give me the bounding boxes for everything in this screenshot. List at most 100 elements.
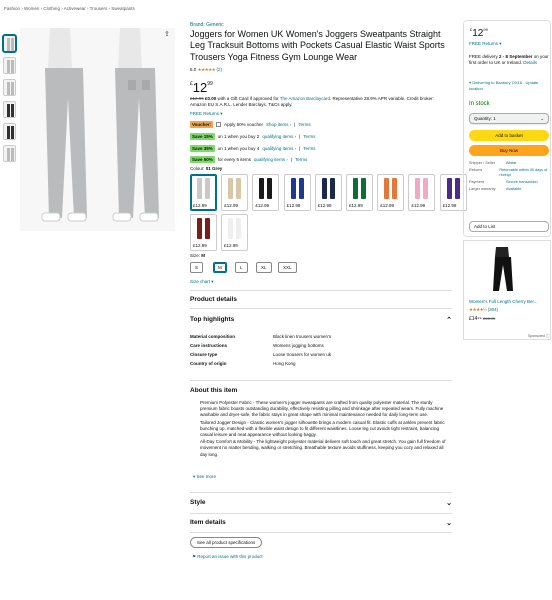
main-product-image[interactable]	[20, 28, 175, 231]
top-highlights-toggle[interactable]: Top highlights ⌃	[190, 316, 452, 324]
buybox-price: £1299	[470, 27, 488, 39]
details-link[interactable]: Details	[523, 60, 537, 65]
swatch-image	[256, 177, 276, 200]
star-icon: ★★★★½	[469, 307, 487, 312]
see-all-specs-button[interactable]: See all product specifications	[190, 537, 263, 548]
colour-swatch[interactable]: £12.99	[190, 214, 217, 251]
terms-link[interactable]: Terms	[303, 146, 315, 151]
list-item: Tailored Jogger Design - Classic women's…	[200, 420, 449, 439]
ad-rating: ★★★★½ (304)	[469, 307, 499, 312]
colour-swatch[interactable]: £12.99	[408, 174, 436, 211]
breadcrumb[interactable]: Fashion › Women › Clothing › Activewear …	[4, 6, 135, 11]
size-option-s[interactable]: S	[190, 262, 204, 273]
swatch-image	[225, 177, 245, 200]
terms-link[interactable]: Terms	[295, 157, 307, 162]
size-option-xl[interactable]: XL	[256, 262, 272, 273]
list-item: Premium Polyester Fabric - These women's…	[200, 400, 449, 419]
delivery-info: FREE delivery 2 - 8 September on your fi…	[469, 54, 549, 65]
add-to-basket-button[interactable]: Add to basket	[469, 130, 549, 141]
terms-link[interactable]: Terms	[298, 122, 310, 127]
deliver-to-location[interactable]: ⌖ Delivering to Banbury OX16 - Update lo…	[469, 80, 549, 92]
barclaycard-link[interactable]: The Amazon Barclaycard	[280, 96, 330, 101]
rating-value: 5.0	[190, 67, 197, 72]
list-item: All-Day Comfort & Mobility - The lightwe…	[200, 439, 449, 458]
price: £1299	[190, 80, 213, 95]
qualifying-items-link[interactable]: qualifying items ›	[254, 157, 288, 162]
star-icon: ★★★★★	[197, 67, 216, 72]
colour-swatch[interactable]: £12.99	[283, 174, 311, 211]
seller-info-table: Shipper / Seller Allstar Returns Returnabl…	[469, 161, 548, 191]
voucher-row: Voucher: Apply 50% voucher Shop items › …	[190, 121, 311, 128]
swatch-price: £12.99	[255, 203, 270, 208]
add-to-list-button[interactable]: Add to List	[469, 221, 549, 232]
thumbnail[interactable]	[3, 101, 16, 118]
highlights-table: Material composition Black linen trousers…	[190, 334, 430, 370]
buy-box	[463, 20, 551, 237]
size-option-m[interactable]: M	[213, 262, 227, 273]
swatch-image	[350, 177, 370, 200]
colour-swatch[interactable]: £12.99	[252, 174, 280, 211]
colour-swatch[interactable]: £12.99	[221, 174, 249, 211]
swatch-price: £12.99	[224, 203, 238, 208]
colour-swatch[interactable]: £12.99	[221, 214, 248, 251]
chevron-down-icon: ⌄	[446, 500, 452, 507]
ad-product-image[interactable]	[476, 245, 530, 293]
buybox-free-returns[interactable]: FREE Returns ▾	[469, 41, 502, 47]
colour-swatch[interactable]: £12.99	[377, 174, 405, 211]
colour-label: Colour: 01 Grey	[190, 166, 223, 171]
shop-items-link[interactable]: Shop items ›	[266, 122, 291, 127]
swatch-price: £12.99	[317, 203, 332, 208]
size-chart-link[interactable]: Size chart ▾	[190, 279, 214, 285]
style-toggle[interactable]: Style ⌄	[190, 499, 452, 507]
quantity-select[interactable]: Quantity: 1 ⌄	[469, 113, 549, 124]
swatch-image	[194, 217, 214, 240]
brand-link[interactable]: Brand: Generic	[190, 22, 224, 28]
swatch-price: £12.99	[193, 203, 207, 208]
swatch-image	[381, 177, 401, 200]
swatch-image	[225, 217, 245, 240]
ad-title[interactable]: Women's Full Length Cherry Ber...	[469, 299, 551, 304]
free-returns-link[interactable]: FREE Returns ▾	[190, 111, 223, 117]
thumbnail[interactable]	[3, 79, 16, 96]
thumbnail[interactable]	[3, 57, 16, 74]
swatch-price: £12.99	[349, 203, 363, 208]
qualifying-items-link[interactable]: qualifying items ›	[262, 146, 296, 151]
swatch-image	[444, 177, 464, 200]
gift-card-offer: £12.99 £0.00 with a Gift Card if approve…	[190, 96, 434, 107]
swatch-price: £12.99	[224, 243, 238, 248]
thumbnail[interactable]	[3, 35, 16, 52]
table-row: Material composition Black linen trousers…	[190, 334, 332, 339]
sponsored-label[interactable]: Sponsored ⓘ	[528, 334, 549, 339]
qualifying-items-link[interactable]: qualifying items ›	[262, 134, 296, 139]
size-option-l[interactable]: L	[235, 262, 248, 273]
buy-now-button[interactable]: Buy Now	[469, 145, 549, 156]
swatch-price: £12.99	[442, 203, 457, 208]
product-title: Joggers for Women UK Women's Joggers Swe…	[190, 29, 445, 62]
rating[interactable]: 5.0 ★★★★★ (2)	[190, 67, 222, 73]
promo-row: Save 50% for every 6 items qualifying ite…	[190, 156, 308, 163]
colour-swatch[interactable]: £12.99	[190, 174, 217, 211]
swatch-image	[288, 177, 308, 200]
voucher-badge: Voucher:	[190, 121, 214, 128]
thumbnail[interactable]	[3, 123, 16, 140]
voucher-checkbox[interactable]	[216, 122, 222, 127]
swatch-price: £12.99	[380, 203, 394, 208]
swatch-price: £12.99	[193, 243, 207, 248]
share-icon[interactable]: ⇪	[164, 30, 172, 38]
item-details-toggle[interactable]: Item details ⌄	[190, 519, 452, 527]
size-option-xxl[interactable]: XXL	[278, 262, 297, 273]
ad-price: £14⁹⁹ £16.99	[469, 316, 496, 322]
table-row: Country of origin Hong Kong	[190, 361, 296, 366]
see-more-link[interactable]: ▾ See more	[193, 474, 216, 480]
swatch-price: £12.99	[411, 203, 426, 208]
rating-count[interactable]: (2)	[216, 67, 222, 72]
report-issue-link[interactable]: ⚑ Report an issue with this product	[192, 554, 263, 560]
thumbnail[interactable]	[3, 145, 16, 162]
stock-status: In stock	[469, 101, 490, 107]
product-details-heading: Product details	[190, 296, 237, 303]
colour-swatch[interactable]: £12.99	[346, 174, 373, 211]
chevron-down-icon: ⌄	[446, 520, 452, 527]
terms-link[interactable]: Terms	[303, 134, 315, 139]
table-row: Closure type Loose trousers for women uk	[190, 352, 332, 357]
colour-swatch[interactable]: £12.99	[314, 174, 342, 211]
